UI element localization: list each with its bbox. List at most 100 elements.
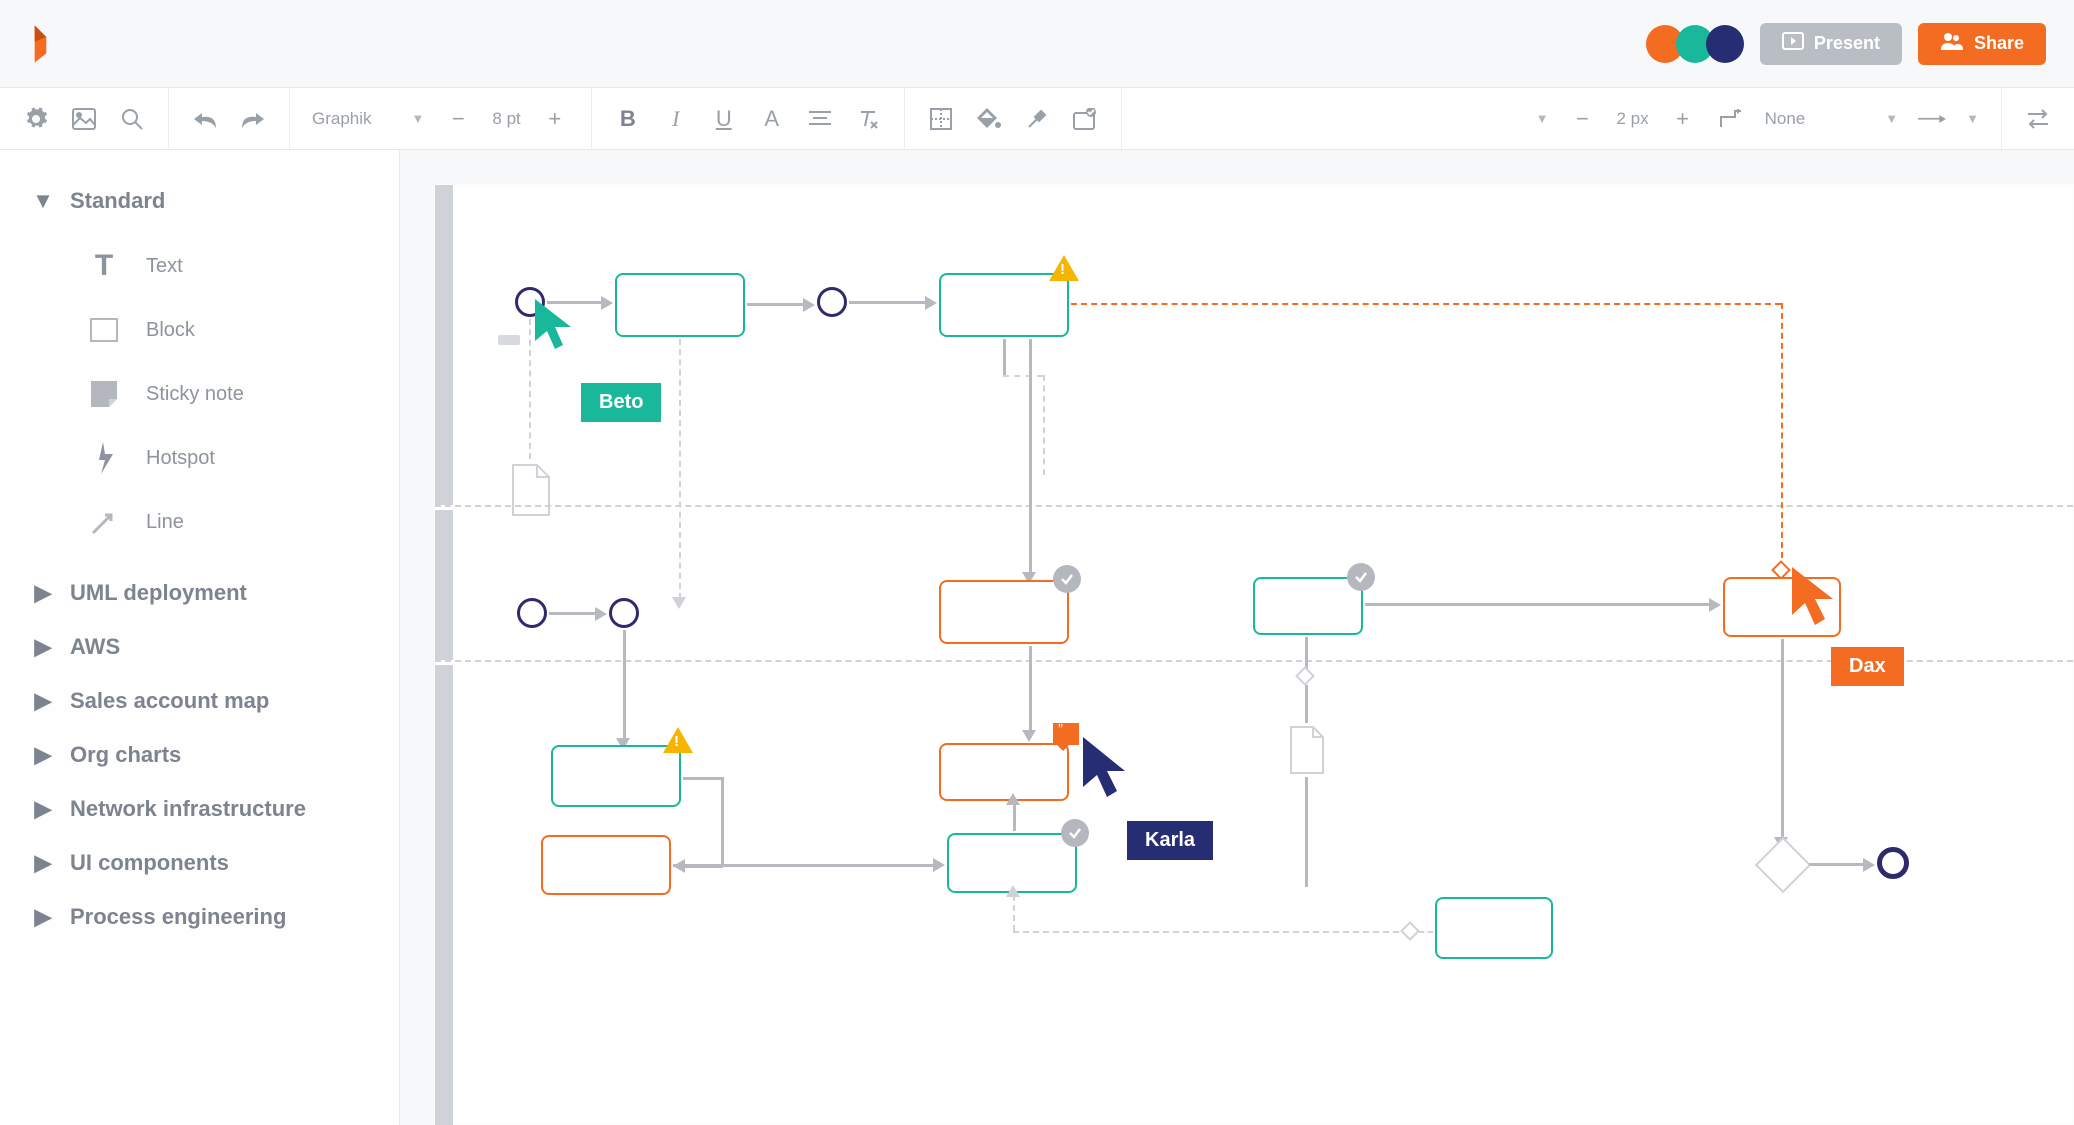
font-family-select[interactable]: Graphik ▼: [312, 109, 424, 129]
font-size-increase[interactable]: +: [541, 105, 569, 133]
comment-icon[interactable]: ”: [1053, 723, 1079, 745]
swimlane-handle[interactable]: [435, 510, 453, 660]
dashed-connector[interactable]: [1781, 303, 1783, 568]
image-icon[interactable]: [70, 105, 98, 133]
connector[interactable]: [1003, 339, 1006, 375]
undo-icon[interactable]: [191, 105, 219, 133]
fill-icon[interactable]: [975, 105, 1003, 133]
connector[interactable]: [1809, 863, 1865, 866]
app-logo[interactable]: [28, 24, 60, 64]
sidebar-section-standard[interactable]: ▼ Standard: [34, 174, 375, 228]
arrow-style-icon[interactable]: [1918, 105, 1946, 133]
line-routing-icon[interactable]: [1717, 105, 1745, 133]
task-shape[interactable]: [1435, 897, 1553, 959]
caret-right-icon: ▶: [34, 854, 52, 872]
sidebar-section-aws[interactable]: ▶ AWS: [34, 620, 375, 674]
people-icon: [1940, 32, 1964, 55]
connector[interactable]: [849, 301, 927, 304]
gateway-shape[interactable]: [1400, 921, 1420, 941]
sidebar-section-ui[interactable]: ▶ UI components: [34, 836, 375, 890]
stroke-increase[interactable]: +: [1669, 105, 1697, 133]
italic-icon[interactable]: I: [662, 105, 690, 133]
dashed-connector[interactable]: [1071, 303, 1781, 305]
sidebar-section-uml[interactable]: ▶ UML deployment: [34, 566, 375, 620]
connector[interactable]: [673, 864, 935, 867]
end-event[interactable]: [1877, 847, 1909, 879]
task-shape[interactable]: [939, 743, 1069, 801]
dashed-connector[interactable]: [1013, 931, 1409, 933]
task-shape[interactable]: [939, 273, 1069, 337]
document-icon[interactable]: [509, 463, 553, 522]
task-shape[interactable]: [939, 580, 1069, 644]
clear-format-icon[interactable]: [854, 105, 882, 133]
eyedropper-icon[interactable]: [1023, 105, 1051, 133]
text-color-icon[interactable]: A: [758, 105, 786, 133]
connector[interactable]: [1029, 339, 1032, 574]
dashed-connector[interactable]: [1003, 375, 1043, 377]
connector[interactable]: [747, 303, 805, 306]
gateway-shape[interactable]: [1295, 666, 1315, 686]
connector[interactable]: [1013, 803, 1016, 831]
document-icon[interactable]: [1287, 725, 1327, 780]
task-shape[interactable]: [551, 745, 681, 807]
connector[interactable]: [549, 612, 597, 615]
section-label: Sales account map: [70, 688, 269, 714]
connector[interactable]: [1305, 637, 1308, 669]
sidebar-item-block[interactable]: Block: [86, 298, 375, 362]
border-icon[interactable]: [927, 105, 955, 133]
chevron-down-icon[interactable]: ▼: [1536, 111, 1549, 126]
intermediate-event[interactable]: [609, 598, 639, 628]
item-label: Block: [146, 319, 195, 342]
diagram-shape[interactable]: [498, 335, 520, 345]
dashed-connector[interactable]: [679, 339, 681, 599]
redo-icon[interactable]: [239, 105, 267, 133]
gateway-shape[interactable]: [1755, 837, 1812, 894]
task-shape[interactable]: [615, 273, 745, 337]
connector[interactable]: [1029, 646, 1032, 732]
connector[interactable]: [1305, 685, 1308, 723]
underline-icon[interactable]: U: [710, 105, 738, 133]
task-shape[interactable]: [1253, 577, 1363, 635]
sidebar-item-hotspot[interactable]: Hotspot: [86, 426, 375, 490]
swimlane-handle[interactable]: [435, 185, 453, 505]
swap-icon[interactable]: [2024, 105, 2052, 133]
dashed-connector[interactable]: [1013, 895, 1015, 931]
sidebar-section-process[interactable]: ▶ Process engineering: [34, 890, 375, 944]
line-end-select[interactable]: None ▼: [1765, 109, 1899, 129]
gear-icon[interactable]: [22, 105, 50, 133]
bold-icon[interactable]: B: [614, 105, 642, 133]
connector[interactable]: [623, 630, 626, 740]
sidebar-item-text[interactable]: T Text: [86, 234, 375, 298]
task-shape[interactable]: [947, 833, 1077, 893]
align-icon[interactable]: [806, 105, 834, 133]
task-shape[interactable]: [541, 835, 671, 895]
present-button[interactable]: Present: [1760, 23, 1902, 65]
connector[interactable]: [683, 777, 723, 780]
swimlane-handle[interactable]: [435, 665, 453, 1125]
search-icon[interactable]: [118, 105, 146, 133]
share-button[interactable]: Share: [1918, 23, 2046, 65]
stroke-decrease[interactable]: −: [1568, 105, 1596, 133]
connector[interactable]: [1305, 777, 1308, 887]
sidebar-section-network[interactable]: ▶ Network infrastructure: [34, 782, 375, 836]
sidebar-item-sticky[interactable]: Sticky note: [86, 362, 375, 426]
check-badge-icon: [1061, 819, 1089, 847]
connector[interactable]: [1365, 603, 1711, 606]
checklist-icon[interactable]: [1071, 105, 1099, 133]
intermediate-event[interactable]: [817, 287, 847, 317]
sidebar-item-line[interactable]: Line: [86, 490, 375, 554]
presence-avatars[interactable]: [1646, 25, 1744, 63]
sidebar-section-org[interactable]: ▶ Org charts: [34, 728, 375, 782]
canvas-area[interactable]: ” Beto: [400, 150, 2074, 1125]
chevron-down-icon[interactable]: ▼: [1966, 111, 1979, 126]
diagram-canvas[interactable]: ” Beto: [434, 184, 2074, 1125]
presence-avatar: [1706, 25, 1744, 63]
connector[interactable]: [1781, 639, 1784, 839]
dashed-connector[interactable]: [1043, 375, 1045, 475]
caret-right-icon: ▶: [34, 584, 52, 602]
start-event[interactable]: [517, 598, 547, 628]
sidebar-section-sales[interactable]: ▶ Sales account map: [34, 674, 375, 728]
font-size-decrease[interactable]: −: [444, 105, 472, 133]
connector[interactable]: [721, 777, 724, 867]
dashed-connector[interactable]: [1419, 931, 1433, 933]
